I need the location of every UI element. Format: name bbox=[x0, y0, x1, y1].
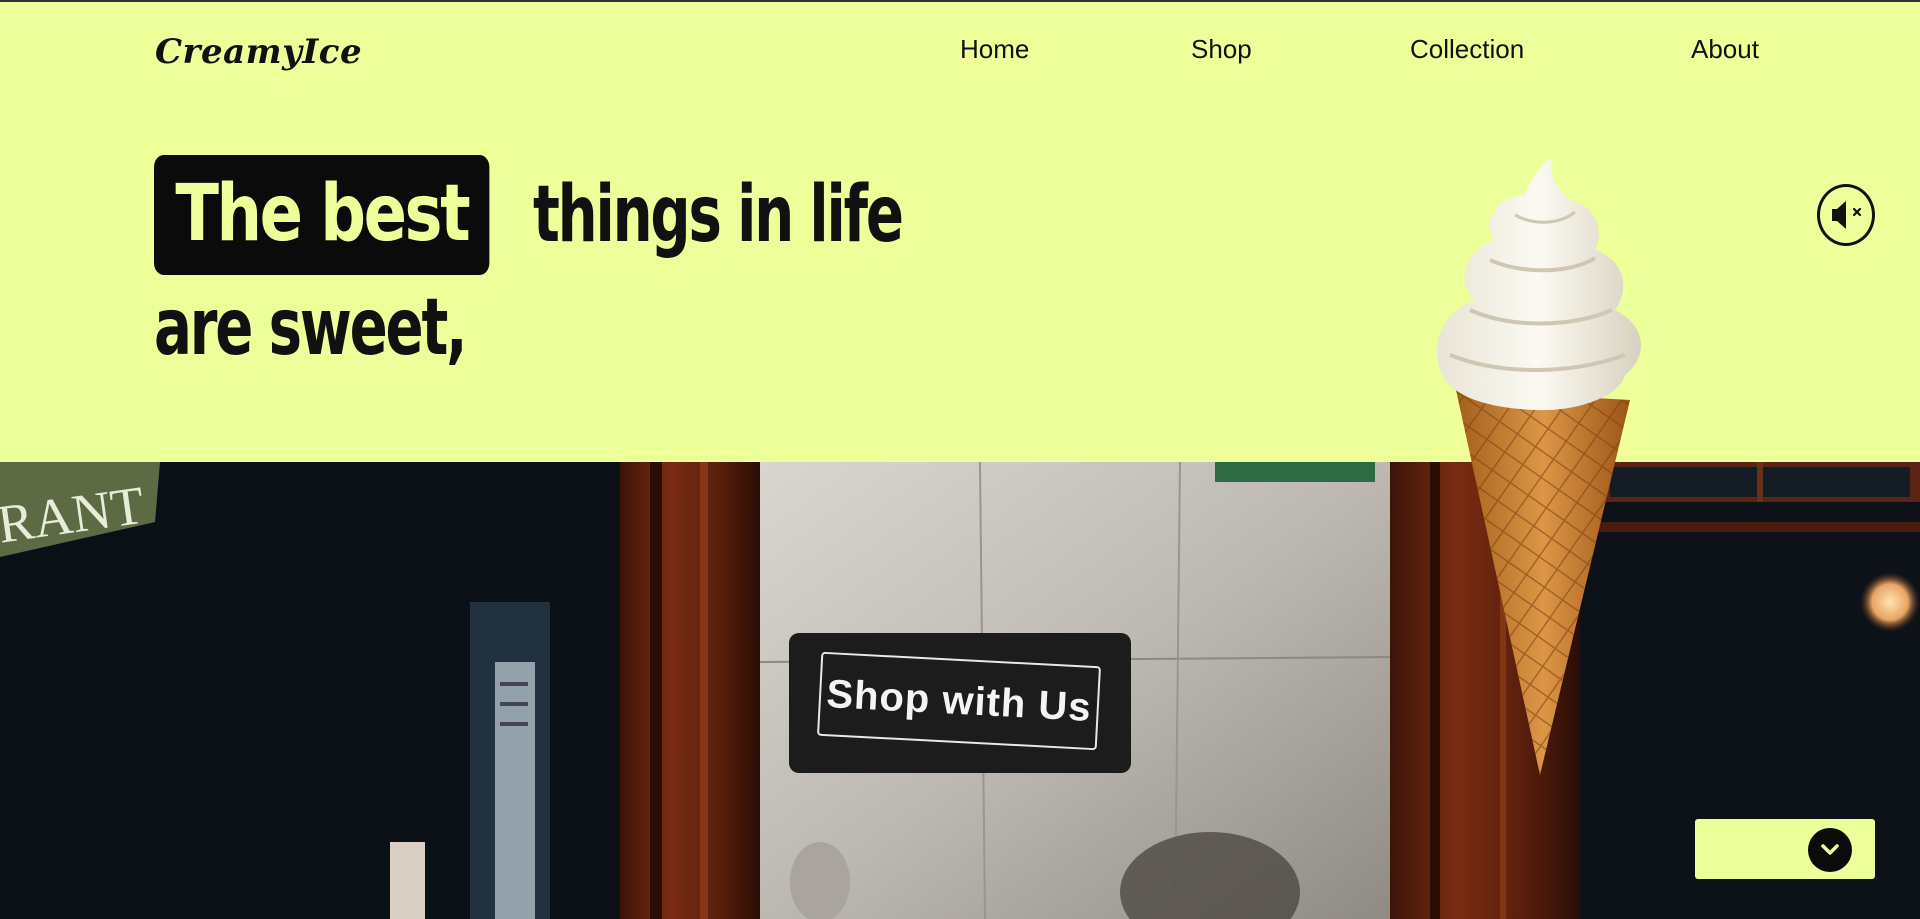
headline-line-1: The best things in life bbox=[154, 152, 1054, 277]
shop-with-us-label: Shop with Us bbox=[816, 651, 1102, 751]
nav-collection-link[interactable]: Collection bbox=[1410, 34, 1524, 65]
speaker-muted-icon bbox=[1832, 201, 1862, 229]
chevron-down-icon bbox=[1821, 844, 1839, 855]
mute-toggle-button[interactable] bbox=[1817, 184, 1875, 246]
scroll-down-circle bbox=[1808, 828, 1852, 872]
shop-with-us-button[interactable]: Shop with Us bbox=[789, 633, 1131, 773]
nav-about-link[interactable]: About bbox=[1691, 34, 1759, 65]
hero-headline: The best things in life are sweet, bbox=[154, 152, 1054, 367]
ice-cream-cone-image bbox=[1436, 158, 1642, 775]
nav-home-link[interactable]: Home bbox=[960, 34, 1029, 65]
headline-line-1-rest: things in life bbox=[533, 169, 904, 260]
nav-shop-link[interactable]: Shop bbox=[1191, 34, 1252, 65]
scroll-down-button[interactable] bbox=[1695, 819, 1875, 879]
main-nav: Home Shop Collection About bbox=[0, 34, 1920, 74]
headline-line-2: are sweet, bbox=[154, 283, 467, 373]
headline-highlight: The best bbox=[154, 154, 490, 275]
